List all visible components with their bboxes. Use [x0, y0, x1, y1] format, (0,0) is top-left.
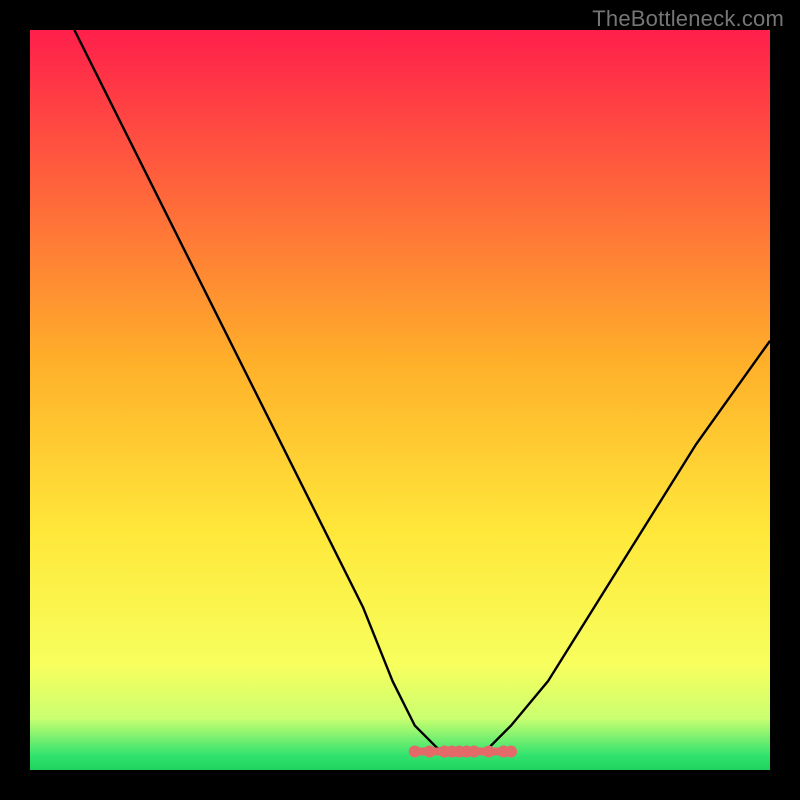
marker-dot: [483, 746, 495, 758]
plot-area: [30, 30, 770, 770]
marker-dot: [468, 746, 480, 758]
chart-frame: TheBottleneck.com: [0, 0, 800, 800]
marker-dot: [424, 746, 436, 758]
marker-dot: [409, 746, 421, 758]
gradient-background: [30, 30, 770, 770]
watermark-text: TheBottleneck.com: [592, 6, 784, 32]
marker-dot: [505, 746, 517, 758]
bottleneck-chart: [30, 30, 770, 770]
